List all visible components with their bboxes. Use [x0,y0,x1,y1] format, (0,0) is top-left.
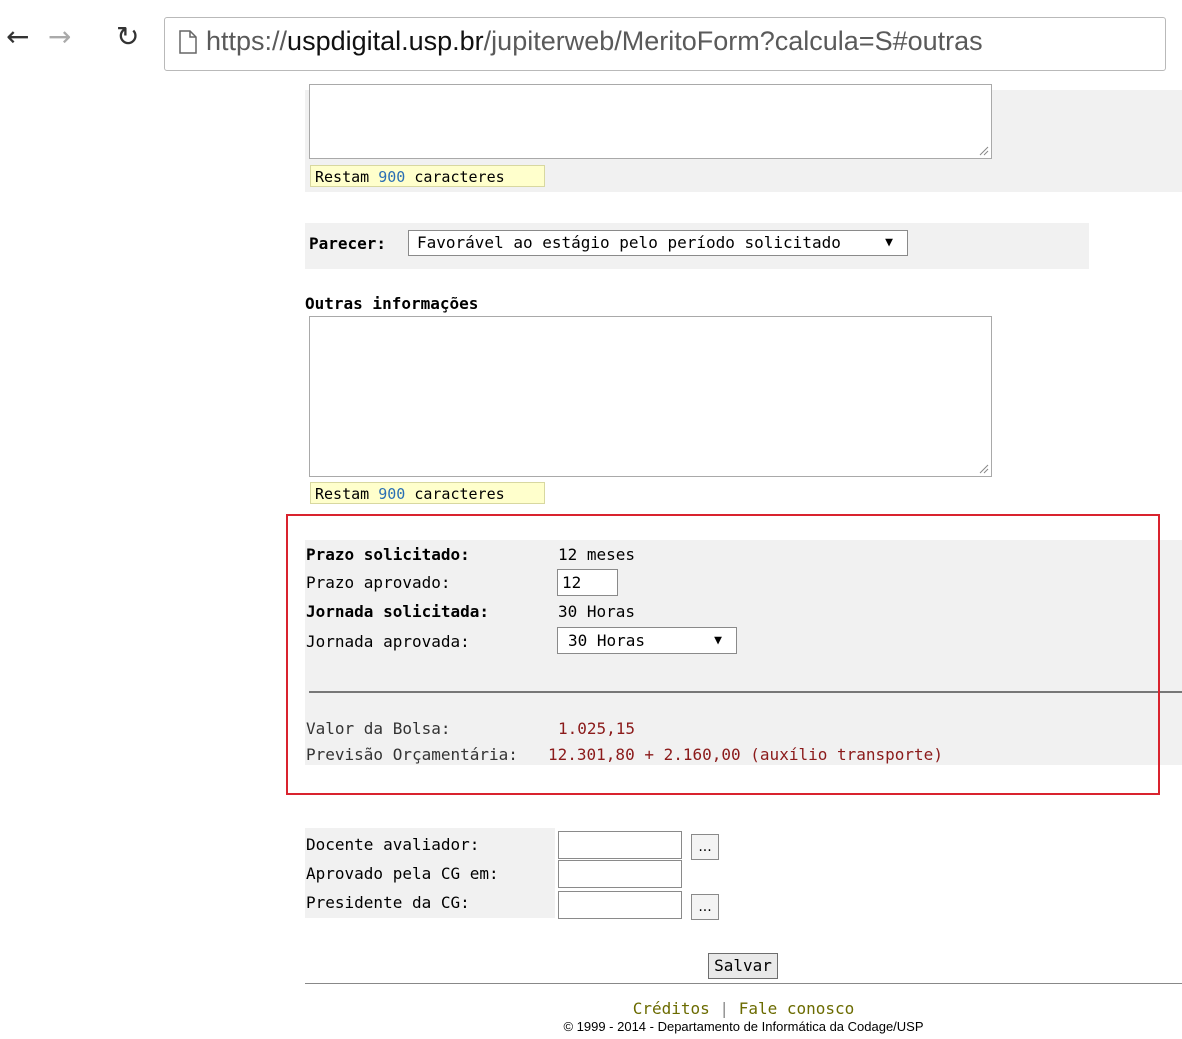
presidente-label: Presidente da CG: [306,893,470,912]
top-textarea[interactable] [309,84,992,159]
copyright-text: © 1999 - 2014 - Departamento de Informát… [563,1019,924,1034]
outras-heading: Outras informações [305,294,479,313]
url-prefix: https:// [206,26,288,56]
counter-value: 900 [378,485,406,503]
url-path: /jupiterweb/MeritoForm?calcula=S#outras [483,26,983,56]
counter-prefix: Restam [315,485,370,503]
page-icon [179,30,197,54]
presidente-input[interactable] [558,891,682,919]
aprovado-cg-label: Aprovado pela CG em: [306,864,499,883]
counter-prefix: Restam [315,168,370,186]
url-host: uspdigital.usp.br [287,26,484,56]
counter-value: 900 [378,168,406,186]
footer-divider [305,983,1182,984]
back-arrow-icon[interactable]: ← [6,20,29,53]
docente-input[interactable] [558,831,682,859]
footer-links: Créditos | Fale conosco [305,999,1182,1018]
forward-arrow-icon[interactable]: → [48,20,71,53]
top-char-counter: Restam 900 caracteres [310,165,545,187]
presidente-lookup-button[interactable]: ... [691,894,719,920]
parecer-selected-value: Favorável ao estágio pelo período solici… [417,233,841,252]
parecer-select[interactable]: Favorável ao estágio pelo período solici… [408,230,908,256]
url-text: https://uspdigital.usp.br/jupiterweb/Mer… [206,26,983,57]
menu-icon[interactable]: ⋮ [1172,26,1182,54]
footer-separator: | [719,999,730,1018]
outras-textarea[interactable] [309,316,992,477]
resize-handle-icon[interactable] [979,146,989,156]
counter-suffix: caracteres [414,168,505,186]
creditos-link[interactable]: Créditos [633,999,710,1018]
browser-toolbar: ← → ↻ https://uspdigital.usp.br/jupiterw… [0,0,1182,90]
chevron-down-icon: ▼ [885,235,893,250]
fale-conosco-link[interactable]: Fale conosco [739,999,855,1018]
docente-lookup-button[interactable]: ... [691,834,719,860]
docente-label: Docente avaliador: [306,835,480,854]
salvar-button[interactable]: Salvar [708,953,778,979]
highlight-box [286,514,1160,795]
counter-suffix: caracteres [414,485,505,503]
parecer-label: Parecer: [309,234,387,253]
aprovado-cg-input[interactable] [558,860,682,888]
resize-handle-icon[interactable] [979,464,989,474]
reload-icon[interactable]: ↻ [116,20,139,53]
outras-char-counter: Restam 900 caracteres [310,482,545,504]
